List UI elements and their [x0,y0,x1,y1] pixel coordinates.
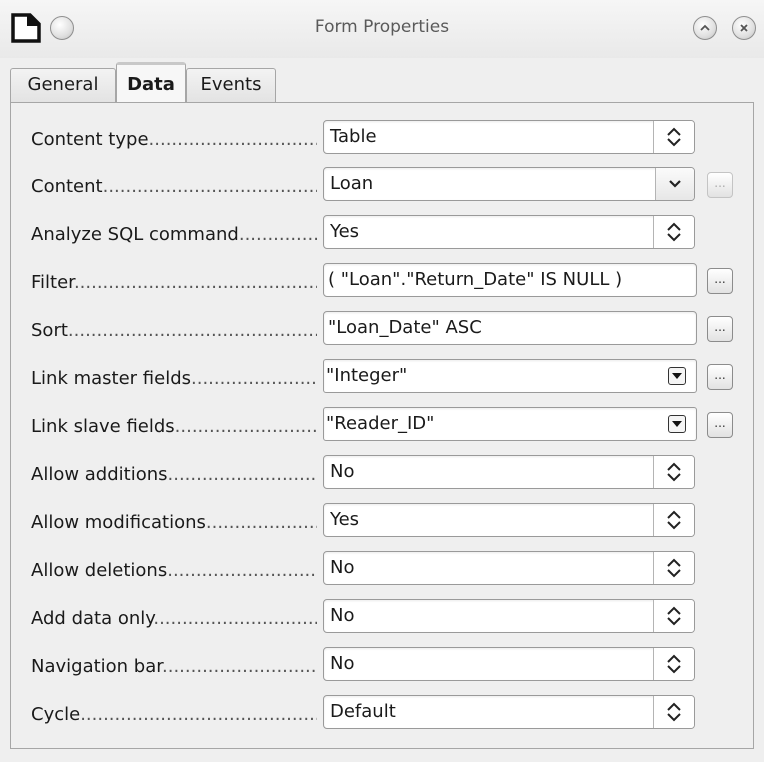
allow-modifications-spinner[interactable] [653,504,694,536]
content-combobox[interactable]: Loan [323,167,695,201]
row-allow-modifications: Allow modifications Yes [11,502,753,540]
shade-icon [700,24,710,31]
navigation-bar-label: Navigation bar [31,655,317,679]
link-master-more-button[interactable]: ... [707,364,733,390]
add-data-only-value: No [330,605,355,626]
tab-general[interactable]: General [10,68,116,102]
link-master-combobox[interactable]: "Integer" [323,359,697,393]
window-title: Form Properties [314,17,450,37]
tab-data[interactable]: Data [116,62,186,102]
content-type-select[interactable]: Table [323,120,695,154]
row-sort: Sort "Loan_Date" ASC ... [11,310,753,348]
analyze-sql-spinner[interactable] [653,216,694,248]
allow-deletions-label: Allow deletions [31,559,317,583]
sort-label: Sort [31,319,317,343]
filter-label: Filter [31,271,317,295]
updown-arrows-icon [667,606,681,626]
add-data-only-select[interactable]: No [323,599,695,633]
close-button[interactable] [732,16,756,40]
navigation-bar-value: No [330,653,355,674]
updown-arrows-icon [667,558,681,578]
allow-additions-select[interactable]: No [323,455,695,489]
content-label: Content [31,175,317,199]
row-analyze-sql: Analyze SQL command Yes [11,214,753,252]
link-slave-combobox[interactable]: "Reader_ID" [323,407,697,441]
row-filter: Filter ( "Loan"."Return_Date" IS NULL ) … [11,262,753,300]
filter-input[interactable]: ( "Loan"."Return_Date" IS NULL ) [323,263,697,297]
cycle-value: Default [330,701,396,722]
allow-modifications-label: Allow modifications [31,511,317,535]
close-icon [740,24,748,32]
row-add-data-only: Add data only No [11,598,753,636]
analyze-sql-label: Analyze SQL command [31,223,317,247]
sort-value: "Loan_Date" ASC [328,317,482,338]
triangle-down-icon [672,373,682,379]
updown-arrows-icon [667,654,681,674]
sort-more-button[interactable]: ... [707,316,733,342]
updown-arrows-icon [667,462,681,482]
row-content-type: Content type Table [11,119,753,157]
allow-modifications-value: Yes [330,509,360,530]
content-type-label: Content type [31,128,317,152]
link-slave-dropdown-button[interactable] [668,415,686,433]
link-slave-value: "Reader_ID" [326,413,435,434]
allow-deletions-select[interactable]: No [323,551,695,585]
shade-button[interactable] [693,16,717,40]
updown-arrows-icon [667,127,681,147]
link-master-value: "Integer" [326,365,408,386]
analyze-sql-select[interactable]: Yes [323,215,695,249]
data-properties-panel: Content type Table Content Loan ... Anal… [10,102,754,749]
link-slave-label: Link slave fields [31,415,317,439]
row-allow-additions: Allow additions No [11,454,753,492]
allow-additions-label: Allow additions [31,463,317,487]
row-link-master: Link master fields "Integer" ... [11,358,753,396]
row-allow-deletions: Allow deletions No [11,550,753,588]
add-data-only-spinner[interactable] [653,600,694,632]
navigation-bar-select[interactable]: No [323,647,695,681]
link-master-label: Link master fields [31,367,317,391]
allow-modifications-select[interactable]: Yes [323,503,695,537]
title-bar: Form Properties [0,0,764,58]
row-cycle: Cycle Default [11,694,753,732]
link-master-dropdown-button[interactable] [668,367,686,385]
content-value: Loan [330,173,374,194]
allow-additions-spinner[interactable] [653,456,694,488]
navigation-bar-spinner[interactable] [653,648,694,680]
updown-arrows-icon [667,510,681,530]
cycle-label: Cycle [31,703,317,727]
allow-deletions-value: No [330,557,355,578]
chevron-down-icon [669,180,681,188]
triangle-down-icon [672,421,682,427]
row-link-slave: Link slave fields "Reader_ID" ... [11,406,753,444]
row-content: Content Loan ... [11,166,753,204]
allow-deletions-spinner[interactable] [653,552,694,584]
cycle-spinner[interactable] [653,696,694,728]
link-slave-more-button[interactable]: ... [707,412,733,438]
tab-events[interactable]: Events [186,68,276,102]
content-more-button[interactable]: ... [707,172,733,198]
sort-input[interactable]: "Loan_Date" ASC [323,311,697,345]
filter-value: ( "Loan"."Return_Date" IS NULL ) [328,269,623,290]
content-type-value: Table [330,126,377,147]
row-navigation-bar: Navigation bar No [11,646,753,684]
cycle-select[interactable]: Default [323,695,695,729]
content-dropdown-button[interactable] [655,168,694,200]
updown-arrows-icon [667,702,681,722]
updown-arrows-icon [667,222,681,242]
filter-more-button[interactable]: ... [707,268,733,294]
allow-additions-value: No [330,461,355,482]
analyze-sql-value: Yes [330,221,360,242]
add-data-only-label: Add data only [31,607,317,631]
content-type-spinner[interactable] [653,121,694,153]
